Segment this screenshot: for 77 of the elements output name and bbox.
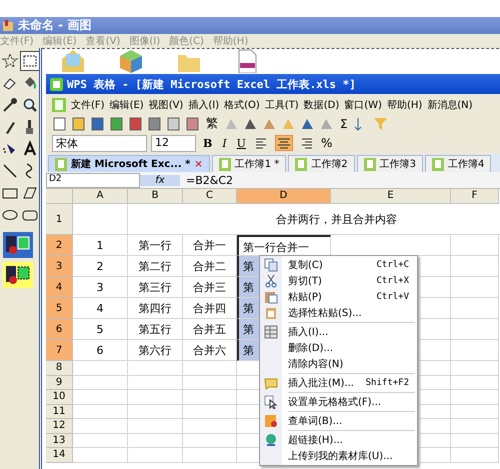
row-header[interactable]: 1 [46, 204, 73, 235]
shortcut-label: Ctrl+C [376, 260, 410, 270]
row-header[interactable]: 5 [46, 298, 73, 319]
format-button[interactable]: B [200, 136, 216, 150]
table-cell: 第六行 [128, 340, 183, 361]
percent-button[interactable]: % [318, 136, 334, 150]
row-header[interactable]: 3 [46, 256, 73, 277]
workbook-tab[interactable]: 新建 Microsoft Exc... * × [48, 155, 210, 172]
window-title: 未命名 - 画图 [18, 17, 92, 34]
row-header[interactable]: 7 [46, 340, 73, 361]
shortcut-label: Shift+F2 [366, 378, 410, 388]
column-header[interactable]: A [73, 189, 128, 204]
row-header[interactable]: 11 [46, 404, 73, 419]
traditional-chinese-button[interactable]: 繁 [204, 115, 220, 132]
table-cell: 第一行 [128, 235, 183, 256]
tab-label: 工作簿2 [311, 158, 348, 171]
row-header[interactable]: 13 [46, 434, 73, 448]
row-header[interactable]: 12 [46, 419, 73, 434]
workbook-tab[interactable]: 工作簿1 * [212, 155, 286, 172]
table-cell: 5 [73, 319, 128, 340]
tab-label: 工作簿3 [380, 158, 416, 171]
row-header[interactable]: 4 [46, 277, 73, 298]
row-header[interactable]: 10 [46, 390, 73, 404]
workbook-tab[interactable]: 工作簿3 [356, 155, 424, 172]
table-cell: 4 [73, 298, 128, 319]
row-header[interactable]: 6 [46, 319, 73, 340]
row-header[interactable]: 8 [46, 361, 73, 376]
table-cell: 2 [73, 256, 128, 277]
menu-item[interactable]: 数据(D) [304, 98, 340, 112]
window-title: WPS 表格 - [新建 Microsoft Excel 工作表.xls *] [67, 76, 356, 92]
format-button[interactable]: U [234, 136, 249, 150]
workbook-tab[interactable]: 工作簿2 [288, 155, 355, 172]
menu-item[interactable]: 格式(O) [224, 98, 260, 112]
table-cell: 1 [73, 235, 128, 256]
workbook-tab[interactable]: 工作簿4 [425, 155, 492, 172]
tab-label: 工作簿1 * [234, 158, 280, 171]
table-cell: 合并一 [183, 235, 237, 256]
merged-cell: 合并两行，并且合并内容 [128, 204, 500, 235]
column-header[interactable]: D [237, 189, 331, 204]
function-button[interactable]: fx [140, 174, 180, 186]
table-cell: 3 [73, 277, 128, 298]
context-menu-item[interactable]: 设置单元格格式(F)... [260, 394, 417, 410]
column-header[interactable]: C [183, 189, 237, 204]
menu-item[interactable]: 窗口(W) [344, 98, 382, 112]
menu-item[interactable]: 编辑(E) [110, 98, 144, 112]
column-header[interactable]: F [451, 189, 499, 204]
menu-item[interactable]: 帮助(H) [386, 98, 422, 112]
row-header[interactable]: 9 [46, 376, 73, 390]
table-cell: 6 [73, 340, 128, 361]
tab-label: 新建 Microsoft Exc... * [71, 157, 190, 171]
shortcut-label: Ctrl+X [376, 276, 410, 286]
menu-item[interactable]: 文件(F) [71, 98, 105, 112]
font-size-dropdown[interactable]: 12 [151, 134, 196, 152]
context-menu-item[interactable]: 插入批注(M)... Shift+F2 [260, 375, 417, 391]
row-header[interactable]: 14 [46, 448, 73, 462]
format-button[interactable]: I [219, 136, 230, 150]
column-header[interactable]: E [331, 189, 451, 204]
context-menu-item[interactable]: 超链接(H)... [260, 432, 417, 448]
menu-item[interactable]: 新消息(N) [427, 98, 473, 112]
shortcut-label: Ctrl+V [376, 292, 410, 302]
row-header[interactable]: 2 [46, 235, 73, 256]
close-tab-button[interactable]: × [194, 158, 203, 170]
menu-item[interactable]: 视图(V) [148, 98, 184, 112]
formula-field[interactable]: =B2&C2 [180, 174, 500, 186]
menu-item[interactable]: 插入(I) [188, 98, 220, 112]
name-box[interactable]: D2 [46, 172, 140, 188]
menu-item[interactable]: 工具(T) [264, 98, 299, 112]
tab-label: 工作簿4 [448, 158, 484, 171]
table-cell: 第四行 [128, 298, 183, 319]
context-menu-item[interactable]: 查单词(B)... [260, 413, 417, 429]
table-cell: 第五行 [128, 319, 183, 340]
table-cell: 第二行 [128, 256, 183, 277]
sum-button[interactable]: Σ [338, 116, 350, 130]
context-menu-item[interactable]: 上传到我的素材库(U)... [260, 448, 417, 464]
table-cell: 第三行 [128, 277, 183, 298]
column-header[interactable]: B [128, 189, 183, 204]
font-dropdown[interactable]: 宋体 [52, 134, 147, 152]
